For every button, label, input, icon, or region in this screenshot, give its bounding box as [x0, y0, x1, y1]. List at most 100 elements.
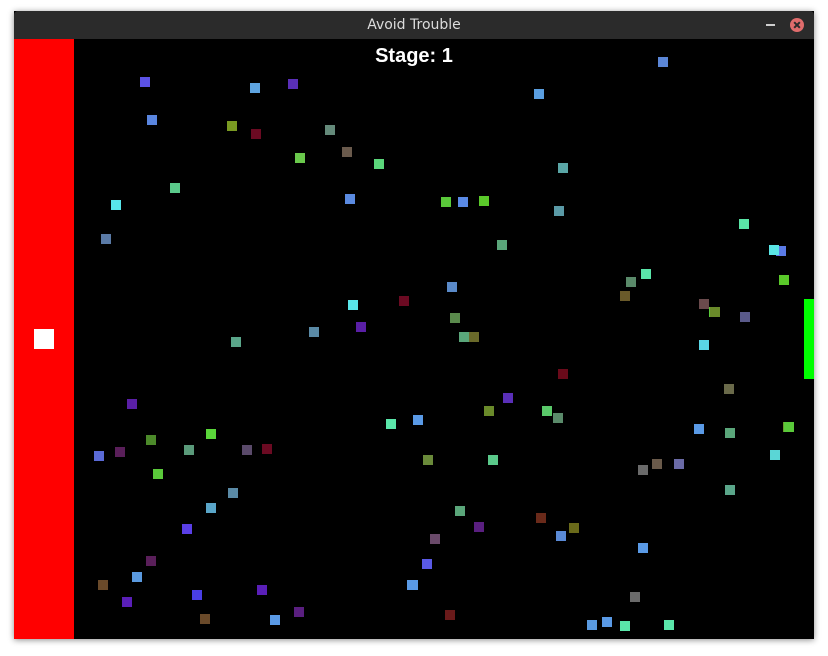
enemy-square [242, 445, 252, 455]
enemy-square [458, 197, 468, 207]
enemy-square [98, 580, 108, 590]
game-window: Avoid Trouble Stage: 1 [14, 11, 814, 639]
enemy-square [534, 89, 544, 99]
goal-bar [804, 299, 814, 379]
enemy-square [345, 194, 355, 204]
enemy-square [725, 428, 735, 438]
close-icon[interactable] [790, 18, 804, 32]
enemy-square [488, 455, 498, 465]
enemy-square [122, 597, 132, 607]
enemy-square [558, 369, 568, 379]
enemy-square [542, 406, 552, 416]
enemy-square [664, 620, 674, 630]
window-titlebar[interactable]: Avoid Trouble [14, 11, 814, 39]
enemy-square [724, 384, 734, 394]
enemy-square [770, 450, 780, 460]
enemy-square [206, 503, 216, 513]
enemy-square [441, 197, 451, 207]
enemy-square [386, 419, 396, 429]
enemy-square [184, 445, 194, 455]
enemy-square [740, 312, 750, 322]
enemy-square [192, 590, 202, 600]
enemy-square [558, 163, 568, 173]
game-canvas[interactable]: Stage: 1 [14, 39, 814, 639]
enemy-square [479, 196, 489, 206]
enemy-square [450, 313, 460, 323]
enemy-square [228, 488, 238, 498]
enemy-square [111, 200, 121, 210]
enemy-square [206, 429, 216, 439]
enemy-square [94, 451, 104, 461]
enemy-square [497, 240, 507, 250]
enemy-square [413, 415, 423, 425]
enemy-square [652, 459, 662, 469]
enemy-square [423, 455, 433, 465]
enemy-square [699, 299, 709, 309]
enemy-square [674, 459, 684, 469]
enemy-square [325, 125, 335, 135]
enemy-square [638, 465, 648, 475]
enemy-square [430, 534, 440, 544]
enemy-square [146, 435, 156, 445]
enemy-square [407, 580, 417, 590]
enemy-square [115, 447, 125, 457]
enemy-square [455, 506, 465, 516]
enemy-square [447, 282, 457, 292]
enemy-square [342, 147, 352, 157]
enemy-square [309, 327, 319, 337]
enemy-square [445, 610, 455, 620]
enemy-square [779, 275, 789, 285]
enemy-square [250, 83, 260, 93]
enemy-square [474, 522, 484, 532]
enemy-square [641, 269, 651, 279]
enemy-square [784, 422, 794, 432]
enemy-square [638, 543, 648, 553]
enemy-square [422, 559, 432, 569]
enemy-square [270, 615, 280, 625]
enemy-square [294, 607, 304, 617]
enemy-square [251, 129, 261, 139]
enemy-square [554, 206, 564, 216]
stage-label: Stage: 1 [375, 45, 453, 67]
enemy-square [569, 523, 579, 533]
enemy-square [262, 444, 272, 454]
enemy-square [587, 620, 597, 630]
enemy-square [356, 322, 366, 332]
enemy-square [295, 153, 305, 163]
enemy-square [140, 77, 150, 87]
enemy-square [147, 115, 157, 125]
enemy-square [288, 79, 298, 89]
enemy-square [602, 617, 612, 627]
enemy-square [769, 245, 779, 255]
window-title: Avoid Trouble [367, 17, 461, 33]
enemy-square [553, 413, 563, 423]
enemy-square [536, 513, 546, 523]
enemy-square [182, 524, 192, 534]
enemy-square [630, 592, 640, 602]
enemy-square [101, 234, 111, 244]
enemy-square [170, 183, 180, 193]
enemy-square [127, 399, 137, 409]
enemy-square [257, 585, 267, 595]
enemy-square [146, 556, 156, 566]
enemy-square [484, 406, 494, 416]
enemy-square [694, 424, 704, 434]
enemy-square [153, 469, 163, 479]
enemy-square [710, 307, 720, 317]
enemy-square [374, 159, 384, 169]
enemy-square [503, 393, 513, 403]
enemy-square [699, 340, 709, 350]
enemy-square [620, 621, 630, 631]
enemy-square [132, 572, 142, 582]
enemy-square [231, 337, 241, 347]
enemy-square [620, 291, 630, 301]
enemy-square [739, 219, 749, 229]
minimize-icon[interactable] [766, 24, 775, 26]
enemy-square [200, 614, 210, 624]
enemy-square [399, 296, 409, 306]
enemy-square [725, 485, 735, 495]
enemy-square [626, 277, 636, 287]
player-square[interactable] [34, 329, 54, 349]
enemy-square [459, 332, 469, 342]
enemy-square [469, 332, 479, 342]
